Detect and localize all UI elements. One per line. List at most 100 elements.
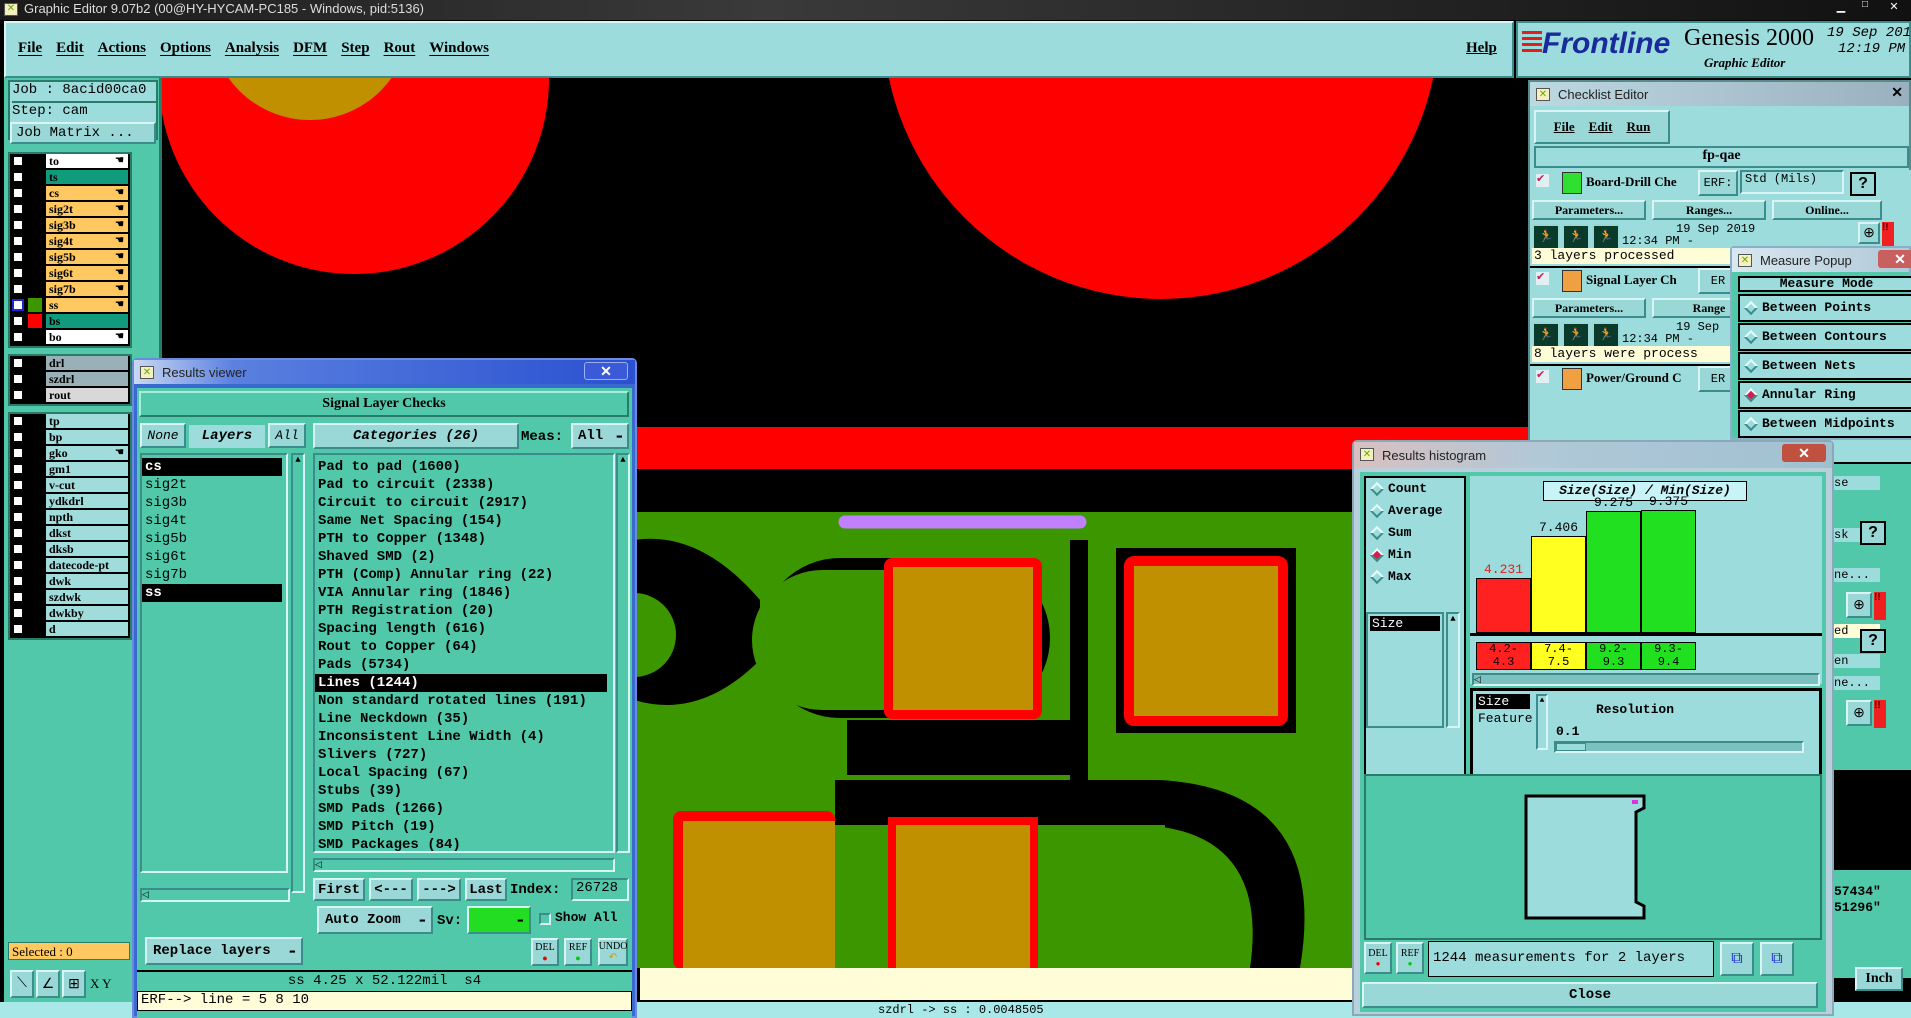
layer-row[interactable]: cs ☚	[10, 186, 128, 200]
menu-windows[interactable]: Windows	[429, 40, 489, 57]
first-button[interactable]: First	[313, 878, 365, 901]
layer-row[interactable]: sig2t ☚	[10, 202, 128, 216]
radio-icon[interactable]	[1743, 300, 1759, 316]
layer-row[interactable]: szdwk	[10, 590, 128, 604]
layer-name[interactable]: sig7b ☚	[46, 282, 128, 296]
check-enabled-checkbox[interactable]: ✔	[1536, 272, 1549, 285]
preview-ref-button[interactable]: REF ●	[1396, 942, 1424, 974]
checklist-menu-edit[interactable]: Edit	[1589, 119, 1613, 135]
run-area-icon[interactable]: 🏃	[1592, 224, 1620, 250]
group-by-item[interactable]: Size	[1476, 694, 1530, 709]
layer-checkbox[interactable]	[12, 415, 24, 427]
category-item[interactable]: Stubs (39)	[315, 782, 607, 800]
radio-icon[interactable]	[1743, 387, 1759, 403]
category-item[interactable]: Rout to Copper (64)	[315, 638, 607, 656]
histogram-bar[interactable]	[1476, 577, 1531, 633]
layer-checkbox[interactable]	[12, 357, 24, 369]
histogram-mode-option[interactable]: Sum	[1366, 522, 1462, 544]
erf-value-field[interactable]: Std (Mils)	[1740, 170, 1844, 194]
categories-hscroll[interactable]: ◁	[313, 858, 615, 872]
layer-row[interactable]: to ☚	[10, 154, 128, 168]
layer-checkbox[interactable]	[12, 495, 24, 507]
category-item[interactable]: Shaved SMD (2)	[315, 548, 607, 566]
copy-to-layer-button[interactable]: ⧉	[1720, 942, 1754, 976]
menu-analysis[interactable]: Analysis	[225, 40, 279, 57]
layer-row[interactable]: bp	[10, 430, 128, 444]
resolution-slider[interactable]	[1554, 741, 1804, 753]
histogram-bar-range[interactable]: 4.2- 4.3	[1476, 642, 1531, 670]
layers-none-button[interactable]: None	[140, 423, 186, 448]
radio-icon[interactable]	[1743, 329, 1759, 345]
last-button[interactable]: Last	[465, 878, 507, 901]
layer-row[interactable]: sig3b ☚	[10, 218, 128, 232]
radio-icon[interactable]	[1369, 481, 1385, 497]
layer-checkbox[interactable]	[12, 373, 24, 385]
layer-name[interactable]: dkst	[46, 526, 128, 540]
parameters-button[interactable]: Parameters...	[1532, 298, 1646, 318]
checklist-menu-file[interactable]: File	[1554, 119, 1575, 135]
layer-checkbox[interactable]	[12, 299, 24, 311]
layer-row[interactable]: sig7b ☚	[10, 282, 128, 296]
ranges-button[interactable]: Ranges...	[1652, 200, 1766, 220]
copy-from-layer-button[interactable]: ⧉	[1760, 942, 1794, 976]
layer-checkbox[interactable]	[12, 331, 24, 343]
layer-name[interactable]: to ☚	[46, 154, 128, 168]
menu-file[interactable]: File	[18, 40, 42, 57]
angle-tool-icon[interactable]: ∠	[36, 970, 60, 998]
measure-tool-icon[interactable]: ⟍	[10, 970, 34, 998]
layer-row[interactable]: dwk	[10, 574, 128, 588]
measure-option[interactable]: Between Nets	[1738, 352, 1911, 380]
attribute-list[interactable]: Size	[1366, 612, 1444, 728]
show-all-checkbox[interactable]	[539, 913, 551, 925]
layer-name[interactable]: szdrl	[46, 372, 128, 386]
layer-row[interactable]: sig4t ☚	[10, 234, 128, 248]
layer-name[interactable]: bp	[46, 430, 128, 444]
run-selected-icon[interactable]: 🏃	[1562, 322, 1590, 348]
layer-checkbox[interactable]	[12, 623, 24, 635]
layer-list-item[interactable]: sig4t	[142, 512, 282, 530]
layer-row[interactable]: dwkby	[10, 606, 128, 620]
layer-row[interactable]: v-cut	[10, 478, 128, 492]
parameters-button[interactable]: Parameters...	[1532, 200, 1646, 220]
layer-checkbox[interactable]	[12, 251, 24, 263]
category-item[interactable]: Pad to circuit (2338)	[315, 476, 607, 494]
undo-button[interactable]: UNDO ↶	[598, 938, 628, 966]
minimize-button[interactable]: ▁	[1830, 0, 1852, 14]
histogram-hscroll[interactable]: ◁	[1472, 673, 1820, 686]
category-item[interactable]: PTH to Copper (1348)	[315, 530, 607, 548]
layers-all-button[interactable]: All	[268, 423, 306, 448]
layer-checkbox[interactable]	[12, 463, 24, 475]
zoom-results-icon[interactable]: ⊕	[1846, 592, 1872, 618]
category-item[interactable]: Same Net Spacing (154)	[315, 512, 607, 530]
categories-header-button[interactable]: Categories (26)	[313, 423, 519, 449]
layer-row[interactable]: sig6t ☚	[10, 266, 128, 280]
category-item[interactable]: PTH Registration (20)	[315, 602, 607, 620]
layer-row[interactable]: dkst	[10, 526, 128, 540]
menu-edit[interactable]: Edit	[56, 40, 84, 57]
layer-checkbox[interactable]	[12, 575, 24, 587]
layer-checkbox[interactable]	[12, 203, 24, 215]
zoom-results-icon[interactable]: ⊕	[1858, 222, 1880, 244]
units-button[interactable]: Inch	[1855, 967, 1903, 991]
replace-layers-select[interactable]: Replace layers ▬	[145, 937, 303, 965]
histogram-mode-option[interactable]: Count	[1366, 478, 1462, 500]
measure-option[interactable]: Between Points	[1738, 294, 1911, 322]
layer-row[interactable]: bs	[10, 314, 128, 328]
layer-row[interactable]: drl	[10, 356, 128, 370]
layer-checkbox[interactable]	[12, 155, 24, 167]
histogram-close-button[interactable]: ✕	[1782, 444, 1826, 462]
category-item[interactable]: Lines (1244)	[315, 674, 607, 692]
check-help-button[interactable]: ?	[1860, 629, 1886, 653]
run-icon[interactable]: 🏃	[1532, 224, 1560, 250]
layer-row[interactable]: sig5b ☚	[10, 250, 128, 264]
layer-name[interactable]: gm1	[46, 462, 128, 476]
layer-name[interactable]: d	[46, 622, 128, 636]
layer-checkbox[interactable]	[12, 479, 24, 491]
menu-actions[interactable]: Actions	[98, 40, 146, 57]
layer-name[interactable]: bo ☚	[46, 330, 128, 344]
results-layer-list[interactable]: cs sig2t sig3b sig4t sig5b sig6t sig7b ss	[140, 453, 288, 873]
layer-name[interactable]: bs	[46, 314, 128, 328]
layer-checkbox[interactable]	[12, 543, 24, 555]
layer-name[interactable]: npth	[46, 510, 128, 524]
layer-name[interactable]: dksb	[46, 542, 128, 556]
